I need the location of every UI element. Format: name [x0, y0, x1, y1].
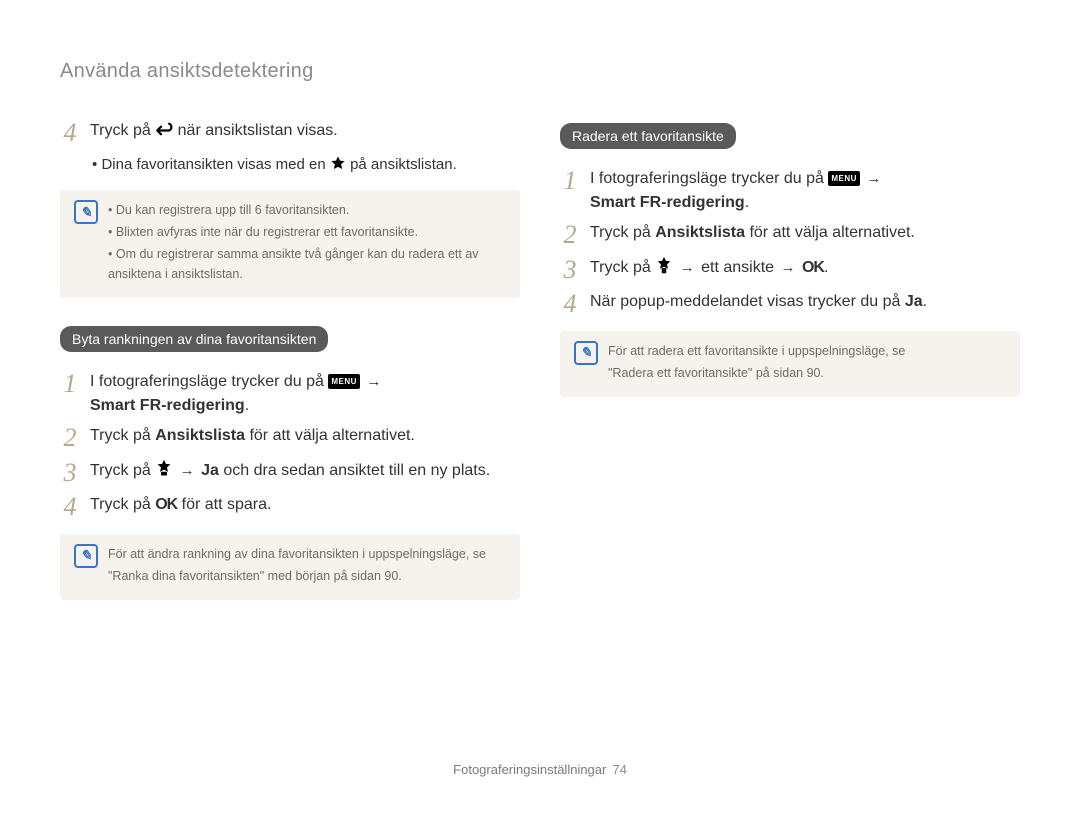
step-text: Tryck på Ansiktslista för att välja alte…	[90, 424, 415, 448]
arrow-right-icon: →	[680, 257, 695, 280]
page-title: Använda ansiktsdetektering	[60, 60, 1020, 83]
step-text: Tryck på → Ja och dra sedan ansiktet til…	[90, 459, 490, 485]
section-chip-delete: Radera ett favoritansikte	[560, 123, 736, 149]
step-number: 1	[60, 370, 80, 399]
rank-step-1: 1 I fotograferingsläge trycker du på MEN…	[60, 370, 520, 418]
note-box-2: ✎ För att ändra rankning av dina favorit…	[60, 534, 520, 600]
note-box-3: ✎ För att radera ett favoritansikte i up…	[560, 331, 1020, 397]
del-step-2: 2 Tryck på Ansiktslista för att välja al…	[560, 221, 1020, 250]
page-footer: Fotograferingsinställningar74	[0, 762, 1080, 777]
note-body: För att radera ett favoritansikte i upps…	[608, 341, 905, 385]
del-step-1: 1 I fotograferingsläge trycker du på MEN…	[560, 167, 1020, 215]
arrow-right-icon: →	[866, 168, 881, 191]
step-number: 4	[560, 290, 580, 319]
del-step-3: 3 Tryck på → ett ansikte → OK.	[560, 256, 1020, 285]
manual-page: Använda ansiktsdetektering 4 Tryck på nä…	[0, 0, 1080, 815]
rank-step-4: 4 Tryck på OK för att spara.	[60, 493, 520, 522]
ok-icon: OK	[802, 259, 824, 276]
note-box-1: ✎ • Du kan registrera upp till 6 favorit…	[60, 190, 520, 298]
star-rank-icon	[155, 459, 173, 485]
two-column-layout: 4 Tryck på när ansiktslistan visas. • Di…	[60, 113, 1020, 618]
step-number: 3	[560, 256, 580, 285]
note-icon: ✎	[574, 341, 598, 365]
step-4-sub-bullet: • Dina favoritansikten visas med en på a…	[92, 154, 520, 179]
step-text: I fotograferingsläge trycker du på MENU …	[90, 370, 383, 418]
step-text: I fotograferingsläge trycker du på MENU …	[590, 167, 883, 215]
step-number: 1	[560, 167, 580, 196]
step-text: När popup-meddelandet visas trycker du p…	[590, 290, 927, 314]
rank-step-2: 2 Tryck på Ansiktslista för att välja al…	[60, 424, 520, 453]
step-text: Tryck på när ansiktslistan visas.	[90, 119, 338, 145]
menu-icon: MENU	[328, 374, 360, 389]
step-text: Tryck på OK för att spara.	[90, 493, 271, 517]
step-text: Tryck på Ansiktslista för att välja alte…	[590, 221, 915, 245]
arrow-right-icon: →	[780, 257, 795, 280]
menu-icon: MENU	[828, 171, 860, 186]
section-chip-ranking: Byta rankningen av dina favoritansikten	[60, 326, 328, 352]
step-number: 4	[60, 493, 80, 522]
note-icon: ✎	[74, 200, 98, 224]
note-icon: ✎	[74, 544, 98, 568]
arrow-right-icon: →	[366, 371, 381, 394]
step-text: Tryck på → ett ansikte → OK.	[590, 256, 828, 282]
rank-step-3: 3 Tryck på → Ja och dra sedan ansiktet t…	[60, 459, 520, 488]
ok-icon: OK	[155, 496, 177, 513]
step-number: 2	[560, 221, 580, 250]
del-step-4: 4 När popup-meddelandet visas trycker du…	[560, 290, 1020, 319]
step-number: 3	[60, 459, 80, 488]
star-trash-icon	[655, 256, 673, 282]
return-icon	[155, 121, 173, 145]
left-column: 4 Tryck på när ansiktslistan visas. • Di…	[60, 113, 520, 618]
note-body: • Du kan registrera upp till 6 favoritan…	[108, 200, 506, 286]
step-number: 4	[60, 119, 80, 148]
right-column: Radera ett favoritansikte 1 I fotografer…	[560, 113, 1020, 618]
note-body: För att ändra rankning av dina favoritan…	[108, 544, 486, 588]
step-4-back: 4 Tryck på när ansiktslistan visas.	[60, 119, 520, 148]
star-icon	[330, 155, 346, 179]
arrow-right-icon: →	[180, 460, 195, 483]
step-number: 2	[60, 424, 80, 453]
